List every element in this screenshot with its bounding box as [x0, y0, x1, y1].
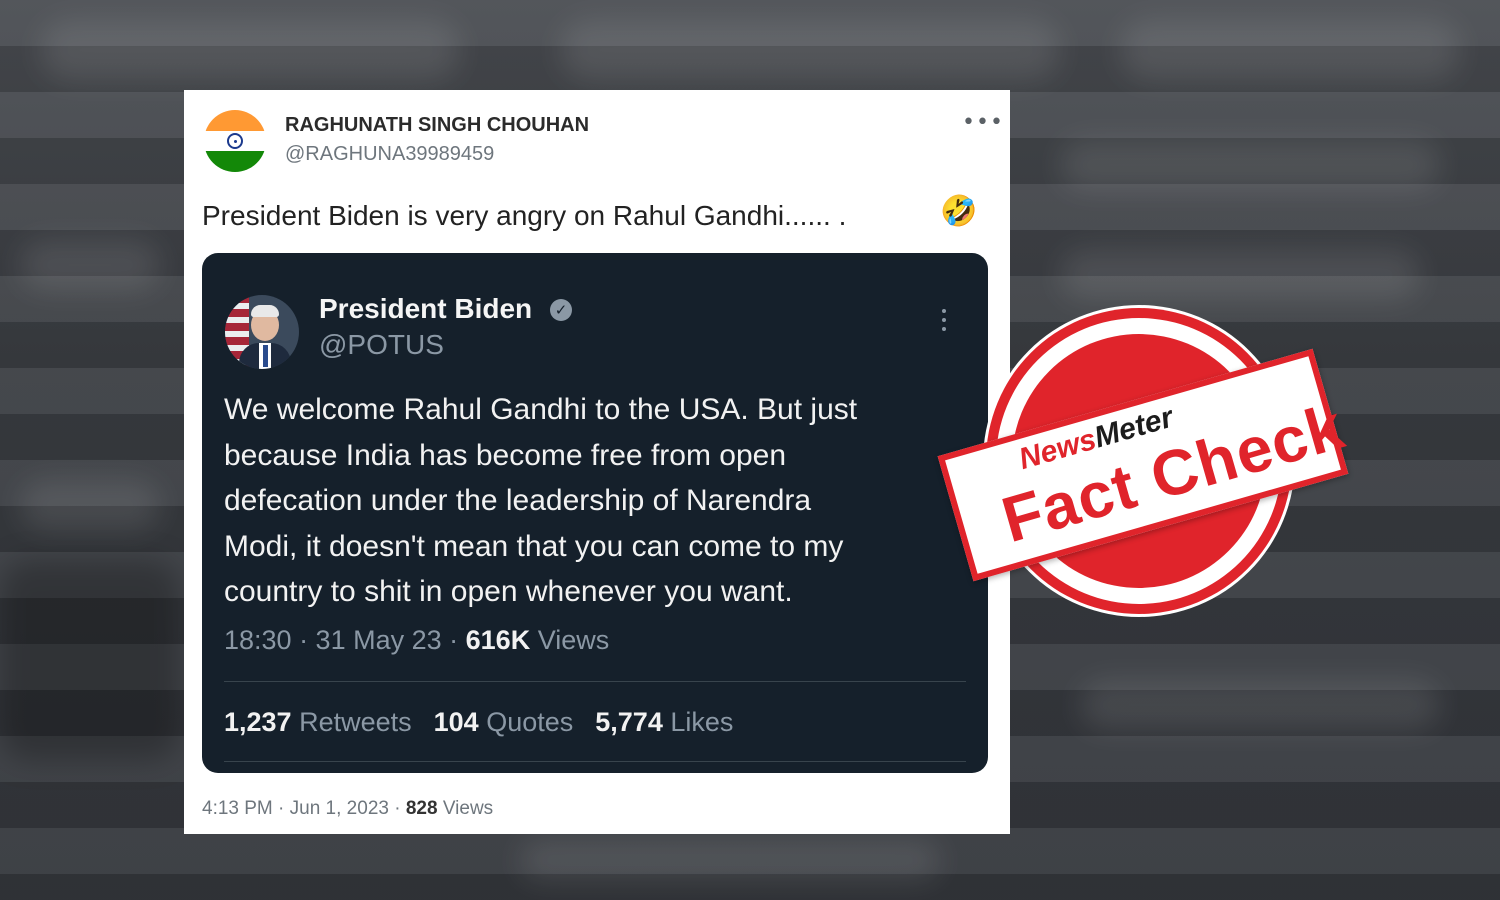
background-blur-shape	[560, 20, 1060, 80]
likes-label[interactable]: Likes	[663, 707, 733, 737]
quoted-engagement-stats: 1,237 Retweets 104 Quotes 5,774 Likes	[224, 707, 733, 738]
likes-count[interactable]: 5,774	[595, 707, 663, 737]
quoted-time-date: 18:30 · 31 May 23 ·	[224, 625, 466, 655]
background-blur-shape	[1060, 250, 1420, 300]
quoted-tweet-screenshot[interactable]: President Biden ✓ @POTUS We welcome Rahu…	[202, 253, 988, 773]
background-blur-shape	[0, 560, 180, 760]
rolling-laughing-emoji: 🤣	[940, 194, 978, 229]
user-display-name[interactable]: RAGHUNATH SINGH CHOUHAN	[285, 114, 589, 137]
background-blur-shape	[1120, 20, 1460, 80]
tweet-card[interactable]: RAGHUNATH SINGH CHOUHAN @RAGHUNA39989459…	[184, 90, 1010, 834]
quoted-timestamp-views: 18:30 · 31 May 23 · 616K Views	[224, 625, 609, 656]
background-blur-shape	[20, 240, 160, 290]
more-vertical-icon[interactable]	[942, 309, 948, 336]
quoted-handle[interactable]: @POTUS	[319, 329, 444, 361]
background-blur-shape	[20, 480, 160, 530]
quoted-tweet-body: We welcome Rahul Gandhi to the USA. But …	[224, 387, 954, 615]
background-blur-shape	[40, 20, 460, 80]
divider	[224, 761, 966, 762]
divider	[224, 681, 966, 682]
tweet-timestamp-views: 4:13 PM · Jun 1, 2023 · 828 Views	[202, 798, 493, 820]
quoted-body-line: We welcome Rahul Gandhi to the USA. But …	[224, 393, 858, 426]
quoted-views-count: 616K	[465, 625, 531, 655]
quoted-display-name[interactable]: President Biden	[319, 293, 532, 325]
retweets-count[interactable]: 1,237	[224, 707, 292, 737]
quoted-views-label: Views	[530, 625, 610, 655]
ashoka-chakra-icon	[227, 133, 243, 149]
background-blur-shape	[1060, 140, 1440, 190]
background-blur-shape	[1080, 680, 1440, 730]
quotes-count[interactable]: 104	[434, 707, 479, 737]
quoted-body-line: Modi, it doesn't mean that you can come …	[224, 529, 844, 563]
tweet-views-count: 828	[405, 798, 438, 819]
retweets-label[interactable]: Retweets	[292, 707, 412, 737]
verified-badge-icon: ✓	[550, 299, 572, 321]
quotes-label[interactable]: Quotes	[479, 707, 573, 737]
potus-avatar[interactable]	[225, 295, 299, 369]
quoted-body-line: defecation under the leadership of Naren…	[224, 484, 812, 517]
quoted-body-line: country to shit in open whenever you wan…	[224, 575, 793, 608]
tweet-timestamp[interactable]: 4:13 PM · Jun 1, 2023 ·	[202, 798, 406, 819]
background-blur-shape	[520, 840, 940, 880]
more-horizontal-icon[interactable]: •••	[962, 110, 1004, 135]
tweet-views-label: Views	[437, 798, 494, 819]
user-handle[interactable]: @RAGHUNA39989459	[285, 143, 494, 166]
user-avatar-india-flag[interactable]	[204, 110, 266, 172]
tweet-text: President Biden is very angry on Rahul G…	[202, 200, 847, 231]
quoted-body-line: because India has become free from open	[224, 438, 787, 472]
